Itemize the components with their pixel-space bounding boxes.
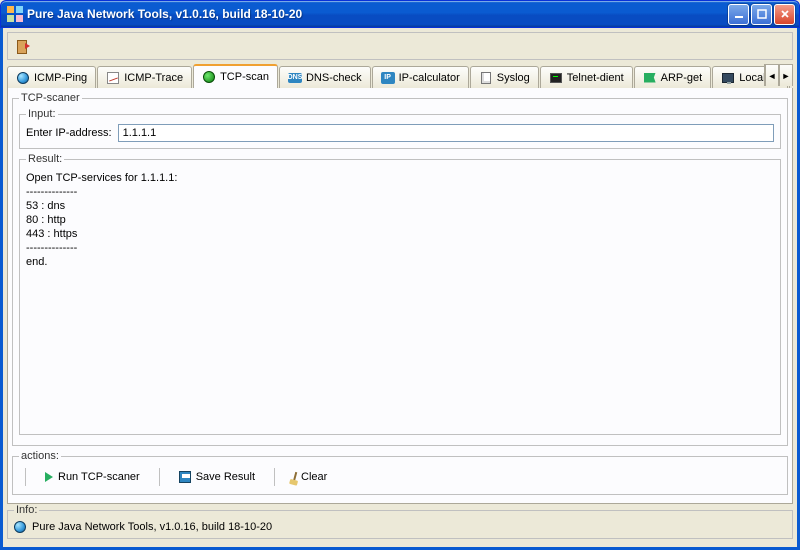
separator (274, 468, 275, 486)
tab-panel: TCP-scaner Input: Enter IP-address: Resu… (7, 88, 793, 504)
exit-button[interactable] (10, 35, 34, 57)
ip-icon: IP (381, 71, 395, 85)
actions-legend: actions: (19, 450, 61, 462)
maximize-button[interactable] (751, 4, 772, 25)
run-label: Run TCP-scaner (58, 471, 140, 483)
close-button[interactable] (774, 4, 795, 25)
tab-telnet-client[interactable]: Telnet-dient (540, 66, 633, 88)
dot-icon (202, 70, 216, 84)
input-legend: Input: (26, 108, 58, 120)
trace-icon (106, 71, 120, 85)
globe-icon (14, 521, 26, 533)
info-group: Info: Pure Java Network Tools, v1.0.16, … (7, 504, 793, 539)
tab-label: TCP-scan (220, 71, 269, 83)
actions-group: actions: Run TCP-scaner Save Result Clea… (12, 450, 788, 495)
titlebar[interactable]: Pure Java Network Tools, v1.0.16, build … (0, 0, 800, 28)
tab-label: DNS-check (306, 72, 362, 84)
tab-label: Syslog (497, 72, 530, 84)
clear-button[interactable]: Clear (287, 468, 334, 486)
exit-icon (15, 39, 29, 53)
scanner-legend: TCP-scaner (19, 92, 82, 104)
tabstrip: ICMP-Ping ICMP-Trace TCP-scan DNS DNS-ch… (7, 64, 793, 88)
broom-icon (293, 472, 298, 482)
minimize-button[interactable] (728, 4, 749, 25)
globe-icon (16, 71, 30, 85)
info-legend: Info: (14, 504, 39, 516)
info-text: Pure Java Network Tools, v1.0.16, build … (32, 521, 272, 533)
monitor-icon (721, 71, 735, 85)
tab-label: ARP-get (661, 72, 703, 84)
ip-address-input[interactable] (118, 124, 774, 142)
tab-tcp-scan[interactable]: TCP-scan (193, 64, 278, 88)
play-icon (45, 472, 53, 482)
window-title: Pure Java Network Tools, v1.0.16, build … (27, 7, 726, 21)
save-icon (179, 471, 191, 483)
tab-icmp-trace[interactable]: ICMP-Trace (97, 66, 192, 88)
flag-icon (643, 71, 657, 85)
result-group: Result: Open TCP-services for 1.1.1.1: -… (19, 153, 781, 435)
tab-scroll: ◄ ► (764, 64, 793, 86)
tab-label: ICMP-Ping (34, 72, 87, 84)
result-legend: Result: (26, 153, 64, 165)
tab-label: Telnet-dient (567, 72, 624, 84)
run-scanner-button[interactable]: Run TCP-scaner (38, 468, 147, 486)
tcp-scanner-group: TCP-scaner Input: Enter IP-address: Resu… (12, 92, 788, 446)
input-group: Input: Enter IP-address: (19, 108, 781, 149)
tab-syslog[interactable]: Syslog (470, 66, 539, 88)
tab-ip-calculator[interactable]: IP IP-calculator (372, 66, 469, 88)
client-area: ICMP-Ping ICMP-Trace TCP-scan DNS DNS-ch… (0, 28, 800, 550)
input-label: Enter IP-address: (26, 127, 112, 139)
separator (25, 468, 26, 486)
tab-arp-get[interactable]: ARP-get (634, 66, 712, 88)
tab-icmp-ping[interactable]: ICMP-Ping (7, 66, 96, 88)
tab-dns-check[interactable]: DNS DNS-check (279, 66, 371, 88)
dns-icon: DNS (288, 71, 302, 85)
clear-label: Clear (301, 471, 327, 483)
main-toolbar (7, 32, 793, 60)
tab-label: ICMP-Trace (124, 72, 183, 84)
separator (159, 468, 160, 486)
tab-label: IP-calculator (399, 72, 460, 84)
document-icon (479, 71, 493, 85)
terminal-icon (549, 71, 563, 85)
save-result-button[interactable]: Save Result (172, 468, 262, 486)
tab-scroll-left[interactable]: ◄ (765, 64, 779, 86)
result-textarea[interactable]: Open TCP-services for 1.1.1.1: ---------… (26, 169, 774, 428)
save-label: Save Result (196, 471, 255, 483)
app-icon (7, 6, 23, 22)
tab-scroll-right[interactable]: ► (779, 64, 793, 86)
